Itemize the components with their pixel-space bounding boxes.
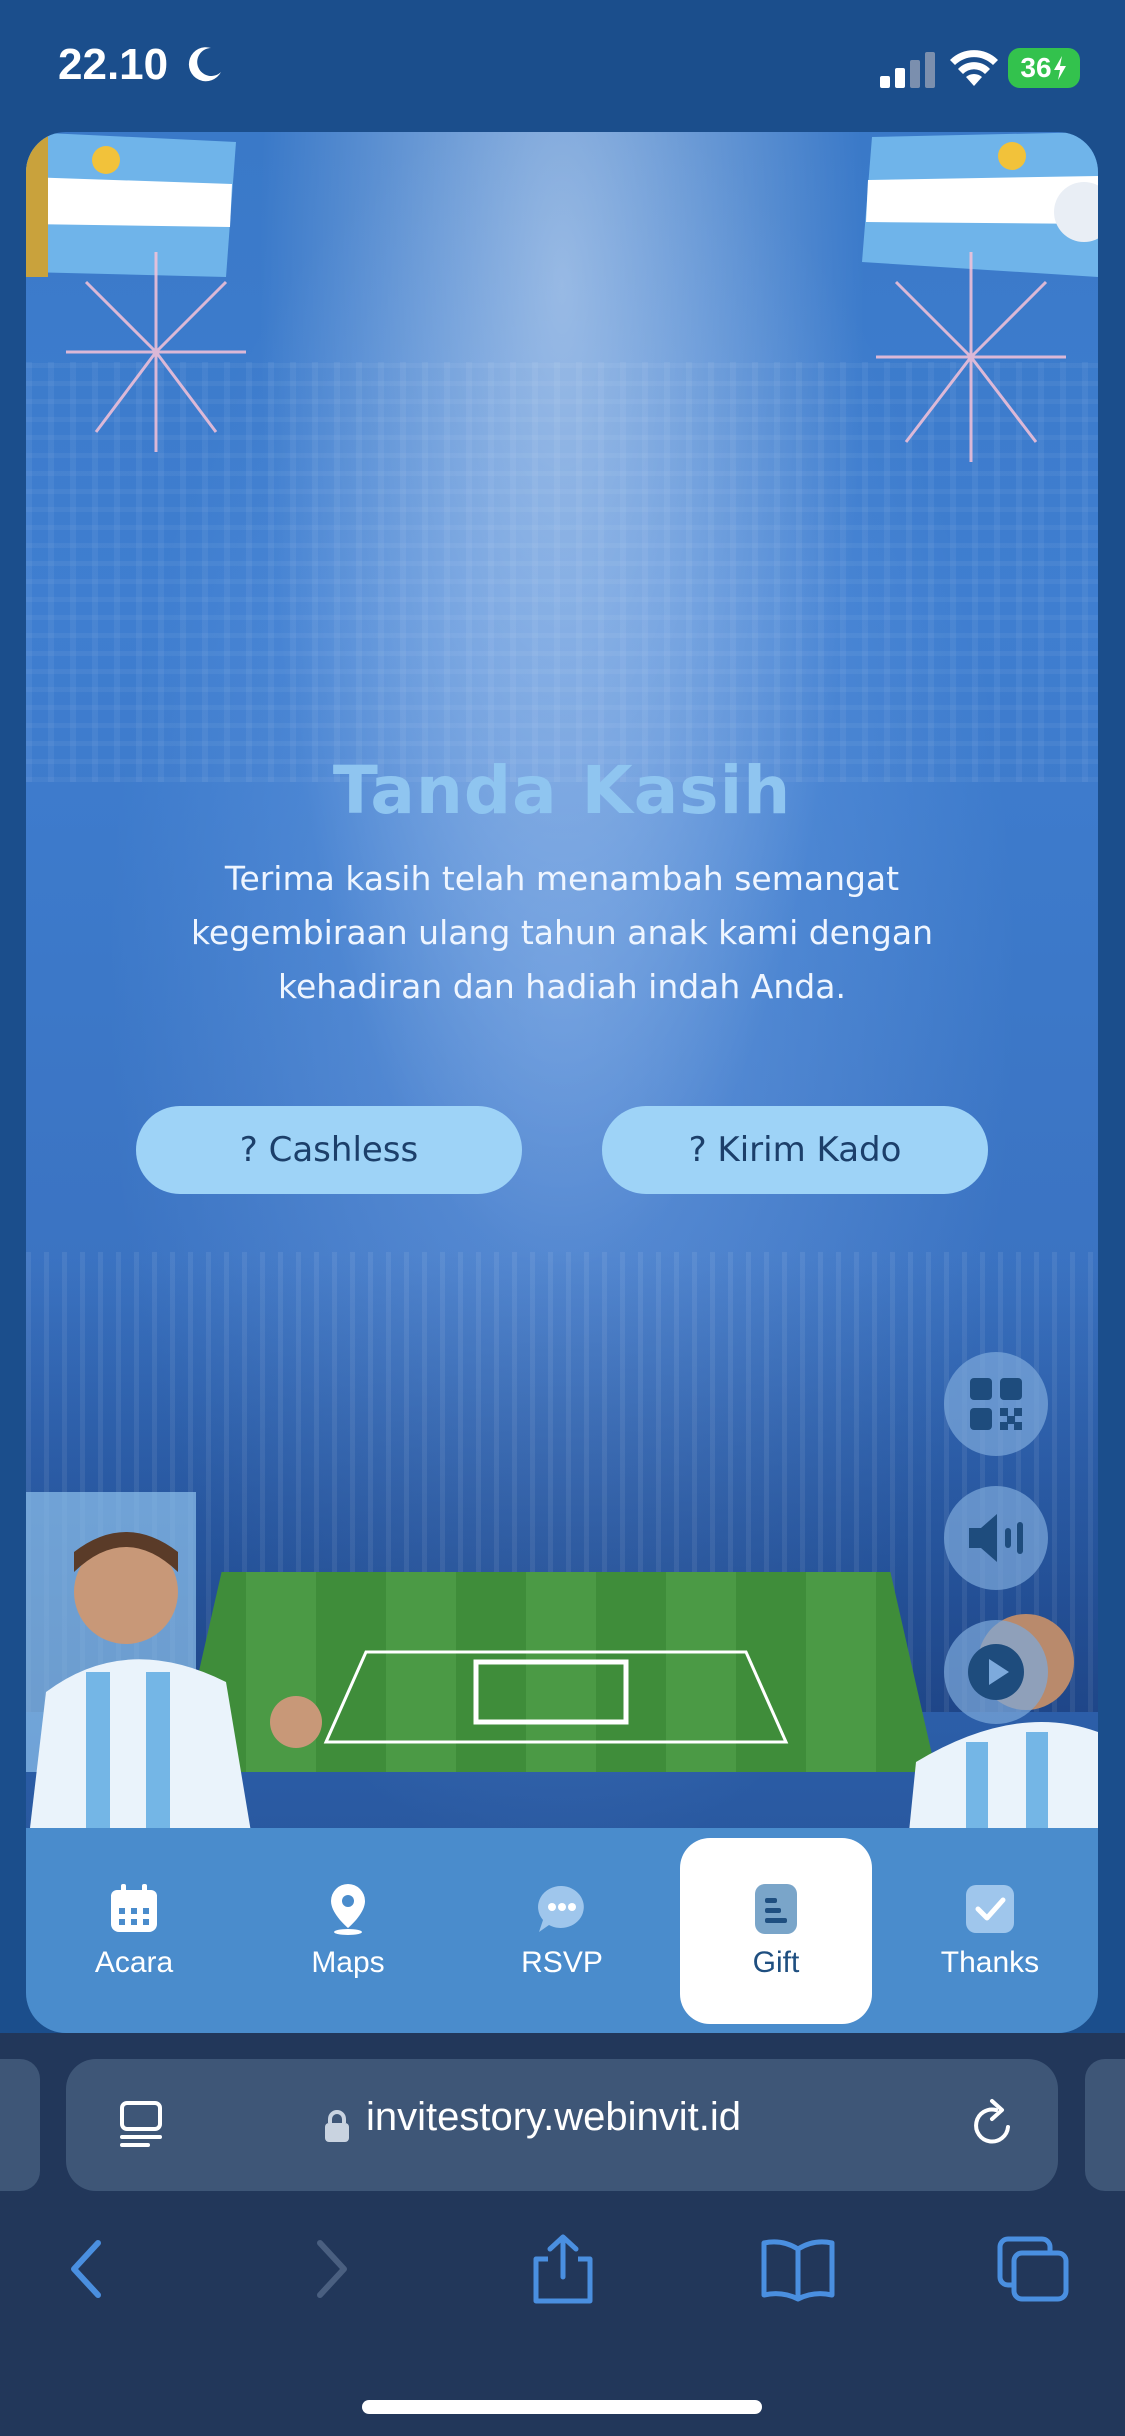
document-icon [755,1884,797,1934]
share-icon[interactable] [528,2233,598,2305]
next-tab-peek[interactable] [1085,2059,1125,2191]
checkbox-icon [966,1885,1014,1933]
map-pin-icon [331,1884,365,1935]
reload-icon[interactable] [966,2097,1020,2153]
battery-level: 36 [1020,52,1052,83]
home-indicator [362,2400,762,2414]
wifi-icon [950,50,998,86]
firework-decoration [876,252,1066,462]
bookmarks-icon[interactable] [760,2233,836,2305]
status-bar: 22.10 36 [0,0,1125,130]
calendar-icon [111,1884,157,1932]
cashless-button[interactable]: ? Cashless [136,1106,522,1194]
previous-tab-peek[interactable] [0,2059,40,2191]
qr-code-icon [970,1378,1022,1430]
firework-decoration [66,252,246,452]
nav-label: Acara [94,1946,174,1979]
forward-icon[interactable] [306,2233,356,2305]
autoscroll-button[interactable] [944,1620,1048,1724]
nav-item-gift[interactable]: Gift [680,1838,872,2024]
browser-toolbar: invitestory.webinvit.id [0,2033,1125,2436]
address-bar[interactable]: invitestory.webinvit.id [66,2059,1058,2191]
kirim-kado-button[interactable]: ? Kirim Kado [602,1106,988,1194]
url-text: invitestory.webinvit.id [366,2095,741,2139]
invitation-card: Tanda Kasih Terima kasih telah menambah … [26,132,1098,2032]
lock-icon [325,2110,349,2142]
music-toggle-button[interactable] [944,1486,1048,1590]
chat-icon [538,1885,584,1932]
nav-label: RSVP [521,1946,603,1979]
nav-item-rsvp[interactable]: RSVP [466,1838,658,2024]
charging-bolt-icon [1053,56,1066,80]
signal-icon [880,52,935,88]
thanks-message: Terima kasih telah menambah semangat keg… [191,859,933,1006]
tabs-icon[interactable] [996,2233,1072,2305]
page-menu-icon[interactable] [116,2099,166,2151]
moon-icon [188,47,221,82]
battery-indicator: 36 [1008,48,1080,88]
back-icon[interactable] [62,2233,112,2305]
player-image [26,1492,322,1862]
nav-item-maps[interactable]: Maps [252,1838,444,2024]
nav-item-thanks[interactable]: Thanks [894,1838,1086,2024]
play-icon [968,1644,1024,1700]
section-title: Tanda Kasih [332,752,792,829]
speaker-icon [969,1514,1023,1562]
nav-label: Thanks [940,1946,1040,1979]
status-time: 22.10 [58,40,169,89]
nav-label: Maps [311,1946,385,1979]
nav-item-acara[interactable]: Acara [38,1838,230,2024]
nav-label: Gift [752,1946,800,1979]
bottom-navigation: Acara Maps RSVP Gift Thanks [26,1828,1098,2033]
qr-code-button[interactable] [944,1352,1048,1456]
